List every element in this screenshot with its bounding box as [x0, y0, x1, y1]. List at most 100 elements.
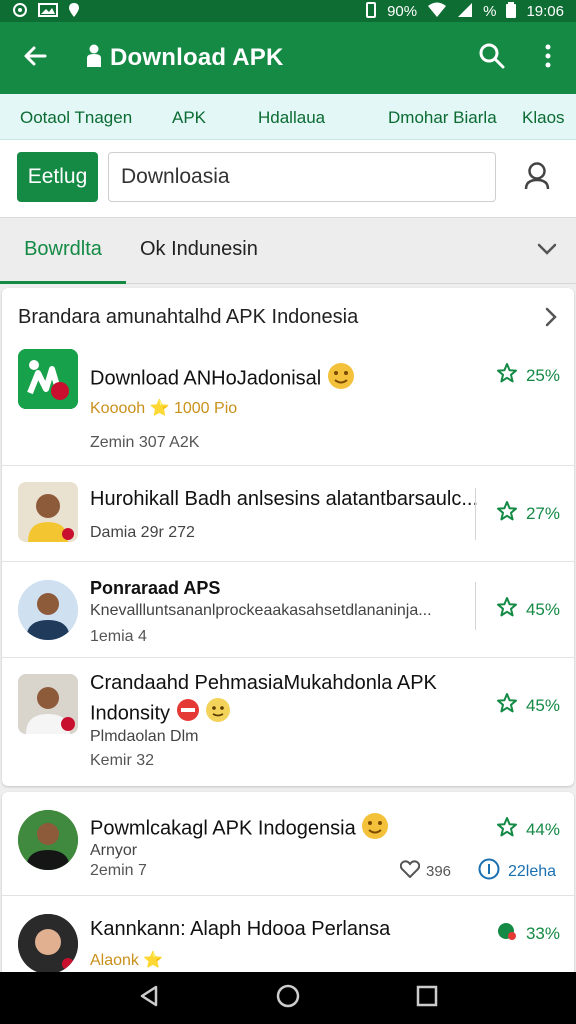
- list-item[interactable]: Ponraraad APS Knevallluntsananlprockeaak…: [2, 562, 574, 658]
- user-icon: [523, 161, 551, 196]
- item-title: Crandaahd PehmasiaMukahdonla APK Indonsi…: [90, 670, 470, 731]
- views[interactable]: 22leha: [478, 858, 556, 885]
- avatar: [18, 810, 78, 870]
- nav-back-button[interactable]: [129, 978, 169, 1018]
- search-submit-button[interactable]: Eetlug: [17, 152, 98, 202]
- nav-recents-button[interactable]: [407, 978, 447, 1018]
- back-button[interactable]: [0, 22, 70, 94]
- avatar: [18, 482, 78, 542]
- triangle-back-icon: [139, 985, 159, 1012]
- app-title-wrap: Download APK: [86, 44, 464, 73]
- divider: [475, 488, 476, 540]
- item-title: Ponraraad APS: [90, 578, 221, 598]
- item-rating: 45%: [496, 596, 560, 623]
- battery-text: %: [483, 2, 497, 20]
- star-outline-icon: [496, 692, 518, 719]
- more-options-button[interactable]: [520, 22, 576, 94]
- list-item[interactable]: Hurohikall Badh anlsesins alatantbarsaul…: [2, 466, 574, 562]
- item-meta: 1emia 4: [90, 628, 147, 645]
- map-pin-icon: [68, 2, 80, 21]
- circle-home-icon: [276, 984, 300, 1013]
- system-nav-bar: [0, 972, 576, 1024]
- app-logo-icon: [18, 349, 78, 409]
- clock: 19:06: [526, 2, 564, 20]
- star-outline-icon: [496, 362, 518, 389]
- item-rating: 27%: [496, 500, 560, 527]
- tabs-expand-button[interactable]: [530, 238, 564, 264]
- item-title: Download ANHoJadonisal: [90, 362, 355, 396]
- list-item[interactable]: Download ANHoJadonisal Kooooh ⭐ 1000 Pio…: [2, 336, 574, 466]
- item-sub: Alaonk ⭐: [90, 952, 164, 969]
- star-outline-icon: [496, 816, 518, 843]
- item-meta: Zemin 307 A2K: [90, 434, 200, 451]
- chip-2[interactable]: APK: [172, 108, 206, 128]
- emoji-face-icon: [205, 697, 231, 731]
- avatar: [18, 914, 78, 972]
- item-rating-text: Kooooh ⭐ 1000 Pio: [90, 400, 238, 417]
- item-rating: 45%: [496, 692, 560, 719]
- section-title: Brandara amunahtalhd APK Indonesia: [18, 305, 359, 328]
- tab-indonesia[interactable]: Ok Indunesin: [140, 238, 258, 261]
- signal-text: 90%: [387, 2, 418, 20]
- results-card-2: Powmlcakagl APK Indogensia Arnyor 2emin …: [2, 792, 574, 972]
- tab-active[interactable]: Bowrdlta: [0, 218, 126, 284]
- search-button[interactable]: [464, 22, 520, 94]
- item-sub: Plmdaolan Dlm: [90, 728, 199, 745]
- divider: [475, 582, 476, 630]
- chip-1[interactable]: Ootaol Tnagen: [20, 108, 132, 128]
- profile-button[interactable]: [515, 158, 559, 198]
- search-icon: [478, 42, 506, 75]
- chip-5[interactable]: Klaos: [522, 108, 565, 128]
- person-icon: [86, 44, 102, 73]
- star-outline-icon: [496, 596, 518, 623]
- chevron-right-icon: [544, 306, 558, 334]
- no-entry-icon: [176, 698, 200, 730]
- battery-icon: [506, 1, 517, 21]
- vibrate-icon: [365, 1, 377, 21]
- list-item[interactable]: Crandaahd PehmasiaMukahdonla APK Indonsi…: [2, 658, 574, 786]
- list-item[interactable]: Powmlcakagl APK Indogensia Arnyor 2emin …: [2, 792, 574, 896]
- wifi-icon: [427, 2, 447, 21]
- status-left: [12, 2, 80, 21]
- more-vertical-icon: [545, 44, 551, 73]
- item-rating: 33%: [496, 920, 560, 947]
- item-sub: Arnyor: [90, 842, 138, 859]
- heart-outline-icon: [399, 860, 421, 882]
- app-bar: Download APK: [0, 22, 576, 94]
- square-recents-icon: [416, 985, 438, 1012]
- star-outline-icon: [496, 500, 518, 527]
- cell-signal-icon: [457, 2, 473, 21]
- item-title: Powmlcakagl APK Indogensia: [90, 812, 389, 846]
- status-bar: 90% % 19:06: [0, 0, 576, 22]
- tab-bar: Bowrdlta Ok Indunesin: [0, 218, 576, 284]
- image-icon: [38, 2, 58, 20]
- chip-3[interactable]: Hdallaua: [258, 108, 325, 128]
- item-rating: 44%: [496, 816, 560, 843]
- trending-icon: [496, 920, 518, 947]
- item-sub: Damia 29r 272: [90, 524, 195, 541]
- chip-4[interactable]: Dmohar Biarla: [388, 108, 497, 128]
- location-icon: [12, 2, 28, 21]
- results-card: Brandara amunahtalhd APK Indonesia Downl…: [2, 288, 574, 786]
- category-chips: Ootaol Tnagen APK Hdallaua Dmohar Biarla…: [0, 94, 576, 140]
- nav-home-button[interactable]: [268, 978, 308, 1018]
- page-title: Download APK: [110, 44, 284, 71]
- list-item[interactable]: Kannkann: Alaph Hdooa Perlansa Alaonk ⭐ …: [2, 896, 574, 972]
- search-input[interactable]: [108, 152, 496, 202]
- item-title: Kannkann: Alaph Hdooa Perlansa: [90, 918, 391, 940]
- item-meta: 2emin 7: [90, 862, 147, 879]
- item-rating: 25%: [496, 362, 560, 389]
- emoji-face-icon: [361, 812, 389, 846]
- section-header[interactable]: Brandara amunahtalhd APK Indonesia: [18, 302, 568, 332]
- emoji-face-icon: [327, 362, 355, 396]
- avatar: [18, 674, 78, 734]
- avatar: [18, 580, 78, 640]
- likes[interactable]: 396: [399, 860, 451, 882]
- item-meta: Kemir 32: [90, 752, 155, 769]
- item-sub: Knevallluntsananlprockeaakasahsetdlanani…: [90, 602, 432, 619]
- arrow-left-icon: [22, 43, 48, 74]
- search-row: Eetlug: [0, 140, 576, 218]
- item-title: Hurohikall Badh anlsesins alatantbarsaul…: [90, 488, 478, 510]
- status-right: 90% % 19:06: [365, 1, 564, 21]
- info-circle-icon: [478, 858, 500, 885]
